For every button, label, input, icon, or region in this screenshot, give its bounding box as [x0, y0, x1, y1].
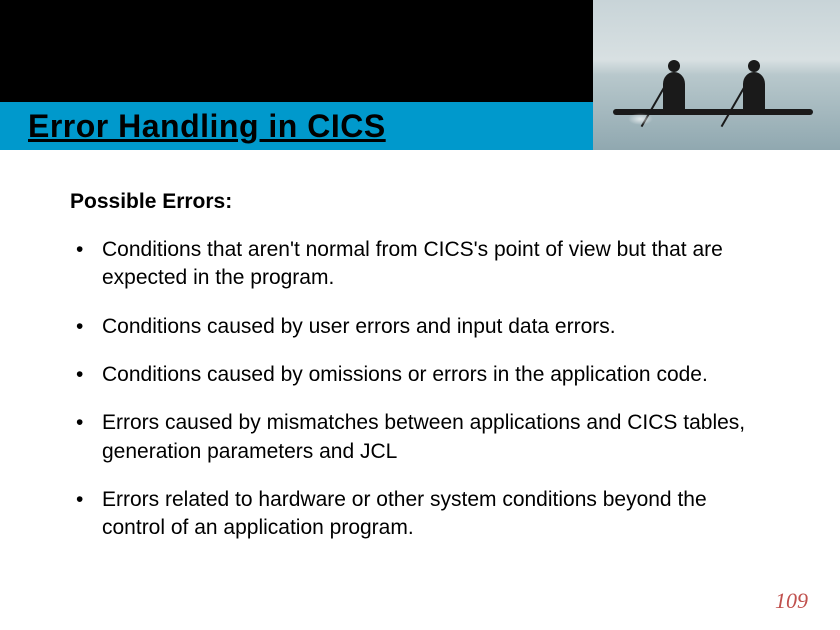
list-item: Errors related to hardware or other syst… — [98, 486, 770, 543]
rower-silhouette-2 — [743, 72, 765, 112]
slide-title: Error Handling in CICS — [28, 108, 386, 145]
list-item: Conditions that aren't normal from CICS'… — [98, 236, 770, 293]
list-item: Conditions caused by user errors and inp… — [98, 313, 770, 341]
rower-silhouette-1 — [663, 72, 685, 112]
page-number: 109 — [775, 588, 808, 614]
slide-subtitle: Possible Errors: — [70, 190, 770, 214]
list-item: Errors caused by mismatches between appl… — [98, 409, 770, 466]
bullet-list: Conditions that aren't normal from CICS'… — [70, 236, 770, 543]
list-item: Conditions caused by omissions or errors… — [98, 361, 770, 389]
slide-content: Possible Errors: Conditions that aren't … — [70, 190, 770, 563]
header-rowing-image — [593, 0, 840, 150]
water-splash — [628, 113, 653, 125]
header-black-band — [0, 0, 593, 102]
slide-header: Error Handling in CICS — [0, 0, 840, 150]
